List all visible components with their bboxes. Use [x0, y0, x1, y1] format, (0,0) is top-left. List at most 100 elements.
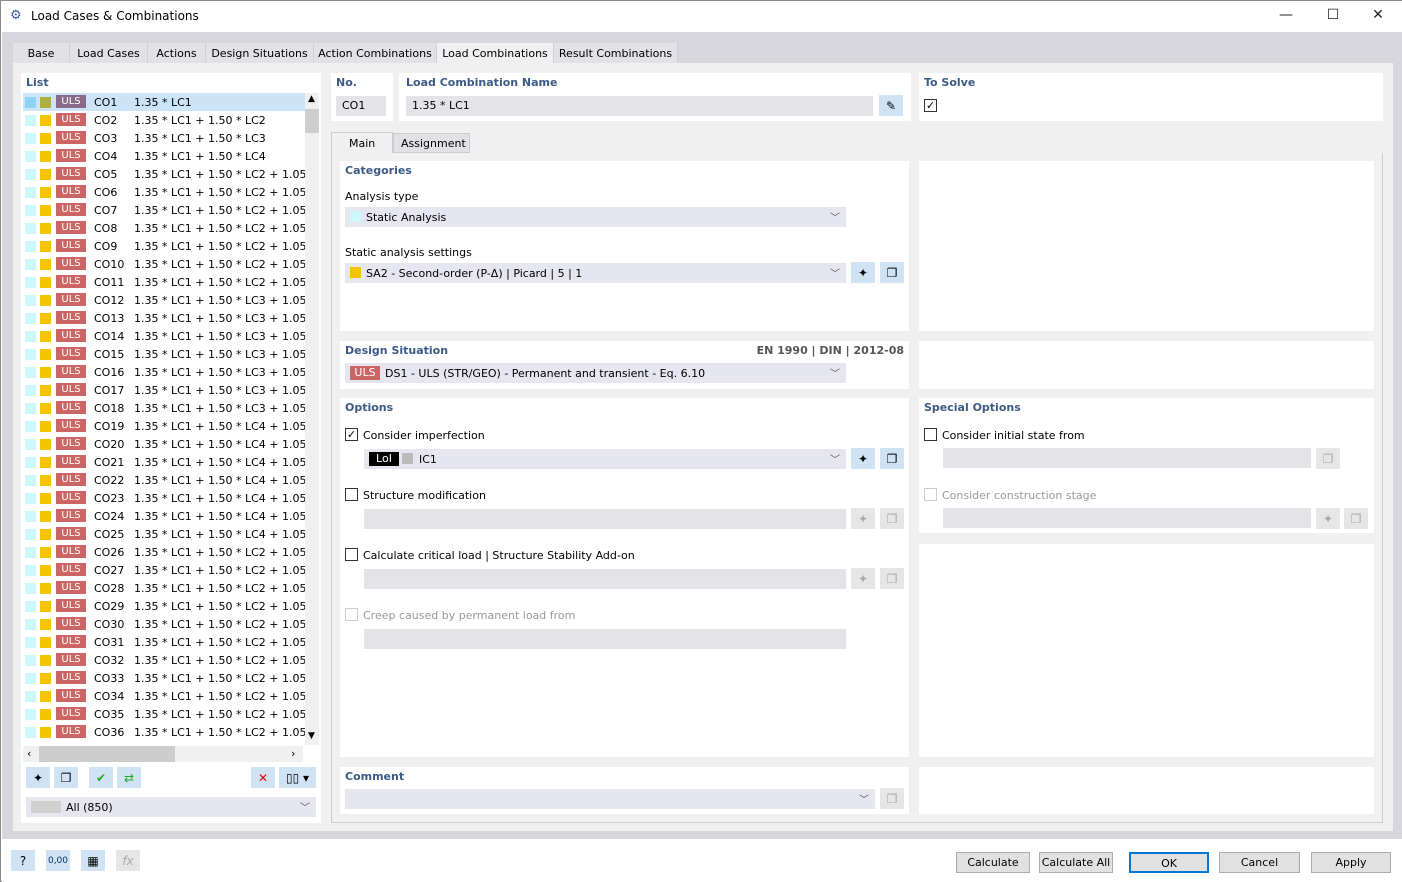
analysis-type-swatch: [25, 619, 36, 630]
combination-list[interactable]: ULS CO1 1.35 * LC1 ULS CO2 1.35 * LC1 + …: [23, 93, 305, 743]
list-item[interactable]: ULS CO14 1.35 * LC1 + 1.50 * LC3 + 1.05 …: [23, 327, 305, 345]
help-icon[interactable]: ?: [11, 850, 35, 871]
list-item[interactable]: ULS CO31 1.35 * LC1 + 1.50 * LC2 + 1.05 …: [23, 633, 305, 651]
list-item[interactable]: ULS CO34 1.35 * LC1 + 1.50 * LC2 + 1.05 …: [23, 687, 305, 705]
view-options-icon[interactable]: ▯▯ ▾: [279, 767, 316, 788]
delete-icon[interactable]: ✕: [251, 767, 275, 788]
list-item[interactable]: ULS CO4 1.35 * LC1 + 1.50 * LC4: [23, 147, 305, 165]
edit-imperfection-icon[interactable]: ❐: [880, 448, 904, 469]
list-item[interactable]: ULS CO21 1.35 * LC1 + 1.50 * LC4 + 1.05 …: [23, 453, 305, 471]
combination-name-field[interactable]: 1.35 * LC1: [406, 96, 873, 116]
list-item[interactable]: ULS CO13 1.35 * LC1 + 1.50 * LC3 + 1.05 …: [23, 309, 305, 327]
tab-actions[interactable]: Actions: [148, 43, 206, 64]
list-item[interactable]: ULS CO18 1.35 * LC1 + 1.50 * LC3 + 1.05 …: [23, 399, 305, 417]
settings-swatch: [40, 385, 51, 396]
list-item[interactable]: ULS CO27 1.35 * LC1 + 1.50 * LC2 + 1.05 …: [23, 561, 305, 579]
list-item[interactable]: ULS CO5 1.35 * LC1 + 1.50 * LC2 + 1.05 *…: [23, 165, 305, 183]
vertical-scrollbar[interactable]: ▲ ▼: [305, 93, 319, 745]
maximize-button[interactable]: ☐: [1318, 7, 1348, 23]
hscroll-thumb[interactable]: [39, 746, 175, 762]
edit-settings-icon[interactable]: ❐: [880, 262, 904, 283]
list-item[interactable]: ULS CO28 1.35 * LC1 + 1.50 * LC2 + 1.05 …: [23, 579, 305, 597]
list-item[interactable]: ULS CO35 1.35 * LC1 + 1.50 * LC2 + 1.05 …: [23, 705, 305, 723]
list-item[interactable]: ULS CO11 1.35 * LC1 + 1.50 * LC2 + 1.05 …: [23, 273, 305, 291]
combination-formula: 1.35 * LC1 + 1.50 * LC4 + 1.05 * LC: [134, 456, 305, 469]
list-filter-select[interactable]: All (850) ﹀: [26, 797, 316, 817]
list-item[interactable]: ULS CO3 1.35 * LC1 + 1.50 * LC3: [23, 129, 305, 147]
list-item[interactable]: ULS CO12 1.35 * LC1 + 1.50 * LC3 + 1.05 …: [23, 291, 305, 309]
list-item[interactable]: ULS CO25 1.35 * LC1 + 1.50 * LC4 + 1.05 …: [23, 525, 305, 543]
combination-id: CO29: [94, 600, 125, 613]
imperfection-select[interactable]: LoI IC1 ﹀: [364, 449, 846, 469]
copy-item-icon[interactable]: ❐: [54, 767, 78, 788]
display-properties-icon[interactable]: ▦: [81, 850, 105, 871]
list-item[interactable]: ULS CO29 1.35 * LC1 + 1.50 * LC2 + 1.05 …: [23, 597, 305, 615]
scroll-left-icon[interactable]: ‹: [27, 747, 31, 760]
units-icon[interactable]: 0,00: [46, 850, 70, 871]
analysis-type-swatch: [25, 385, 36, 396]
analysis-settings-select[interactable]: SA2 - Second-order (P-Δ) | Picard | 5 | …: [345, 263, 846, 283]
uls-badge: ULS: [56, 689, 86, 702]
cancel-button[interactable]: Cancel: [1219, 852, 1300, 873]
edit-name-icon[interactable]: ✎: [879, 95, 903, 116]
list-item[interactable]: ULS CO36 1.35 * LC1 + 1.50 * LC2 + 1.05 …: [23, 723, 305, 741]
list-item[interactable]: ULS CO1 1.35 * LC1: [23, 93, 305, 111]
structure-mod-checkbox[interactable]: [345, 488, 358, 501]
to-solve-checkbox[interactable]: ✓: [924, 99, 937, 112]
list-item[interactable]: ULS CO15 1.35 * LC1 + 1.50 * LC3 + 1.05 …: [23, 345, 305, 363]
list-item[interactable]: ULS CO19 1.35 * LC1 + 1.50 * LC4 + 1.05 …: [23, 417, 305, 435]
check-all-icon[interactable]: ✔: [89, 767, 113, 788]
tab-load-combinations[interactable]: Load Combinations: [437, 43, 554, 65]
list-item[interactable]: ULS CO9 1.35 * LC1 + 1.50 * LC2 + 1.05 *…: [23, 237, 305, 255]
list-item[interactable]: ULS CO22 1.35 * LC1 + 1.50 * LC4 + 1.05 …: [23, 471, 305, 489]
list-item[interactable]: ULS CO17 1.35 * LC1 + 1.50 * LC3 + 1.05 …: [23, 381, 305, 399]
calculate-button[interactable]: Calculate: [956, 852, 1030, 873]
uls-badge: ULS: [56, 671, 86, 684]
list-item[interactable]: ULS CO24 1.35 * LC1 + 1.50 * LC4 + 1.05 …: [23, 507, 305, 525]
imperfection-checkbox[interactable]: ✓: [345, 428, 358, 441]
calculate-all-button[interactable]: Calculate All: [1039, 852, 1113, 873]
list-item[interactable]: ULS CO20 1.35 * LC1 + 1.50 * LC4 + 1.05 …: [23, 435, 305, 453]
tab-main[interactable]: Main: [331, 132, 393, 154]
ok-button[interactable]: OK: [1129, 852, 1209, 873]
list-item[interactable]: ULS CO8 1.35 * LC1 + 1.50 * LC2 + 1.05 *…: [23, 219, 305, 237]
list-item[interactable]: ULS CO30 1.35 * LC1 + 1.50 * LC2 + 1.05 …: [23, 615, 305, 633]
number-field[interactable]: CO1: [336, 96, 386, 116]
critical-load-checkbox[interactable]: [345, 548, 358, 561]
list-item[interactable]: ULS CO26 1.35 * LC1 + 1.50 * LC2 + 1.05 …: [23, 543, 305, 561]
list-item[interactable]: ULS CO23 1.35 * LC1 + 1.50 * LC4 + 1.05 …: [23, 489, 305, 507]
close-button[interactable]: ✕: [1363, 7, 1393, 23]
analysis-type-select[interactable]: Static Analysis ﹀: [345, 207, 846, 227]
apply-button[interactable]: Apply: [1311, 852, 1391, 873]
scroll-down-icon[interactable]: ▼: [308, 731, 315, 741]
list-item[interactable]: ULS CO16 1.35 * LC1 + 1.50 * LC3 + 1.05 …: [23, 363, 305, 381]
comment-input[interactable]: ﹀: [345, 789, 875, 809]
list-item[interactable]: ULS CO32 1.35 * LC1 + 1.50 * LC2 + 1.05 …: [23, 651, 305, 669]
scroll-right-icon[interactable]: ›: [291, 747, 295, 760]
tab-assignment[interactable]: Assignment: [393, 133, 470, 153]
list-item[interactable]: ULS CO33 1.35 * LC1 + 1.50 * LC2 + 1.05 …: [23, 669, 305, 687]
tab-action-combinations[interactable]: Action Combinations: [314, 43, 437, 64]
minimize-button[interactable]: —: [1271, 7, 1301, 23]
new-item-icon[interactable]: ✦: [26, 767, 50, 788]
list-item[interactable]: ULS CO6 1.35 * LC1 + 1.50 * LC2 + 1.05 *…: [23, 183, 305, 201]
new-settings-icon[interactable]: ✦: [851, 262, 875, 283]
number-panel: No. CO1: [331, 73, 393, 121]
tab-design-situations[interactable]: Design Situations: [206, 43, 314, 64]
scroll-thumb[interactable]: [305, 109, 319, 133]
initial-state-checkbox[interactable]: [924, 428, 937, 441]
scroll-up-icon[interactable]: ▲: [308, 94, 315, 104]
toggle-check-icon[interactable]: ⇄: [117, 767, 141, 788]
no-label: No.: [336, 76, 357, 89]
tab-result-combinations[interactable]: Result Combinations: [554, 43, 678, 64]
tab-load-cases[interactable]: Load Cases: [70, 43, 148, 64]
comment-library-icon[interactable]: ❐: [880, 788, 904, 809]
tab-base[interactable]: Base: [13, 43, 70, 64]
list-item[interactable]: ULS CO2 1.35 * LC1 + 1.50 * LC2: [23, 111, 305, 129]
formula-icon[interactable]: fx: [116, 850, 140, 871]
horizontal-scrollbar[interactable]: ‹ ›: [23, 746, 303, 762]
list-item[interactable]: ULS CO7 1.35 * LC1 + 1.50 * LC2 + 1.05 *…: [23, 201, 305, 219]
list-item[interactable]: ULS CO10 1.35 * LC1 + 1.50 * LC2 + 1.05 …: [23, 255, 305, 273]
new-imperfection-icon[interactable]: ✦: [851, 448, 875, 469]
design-situation-select[interactable]: ULS DS1 - ULS (STR/GEO) - Permanent and …: [345, 363, 846, 383]
